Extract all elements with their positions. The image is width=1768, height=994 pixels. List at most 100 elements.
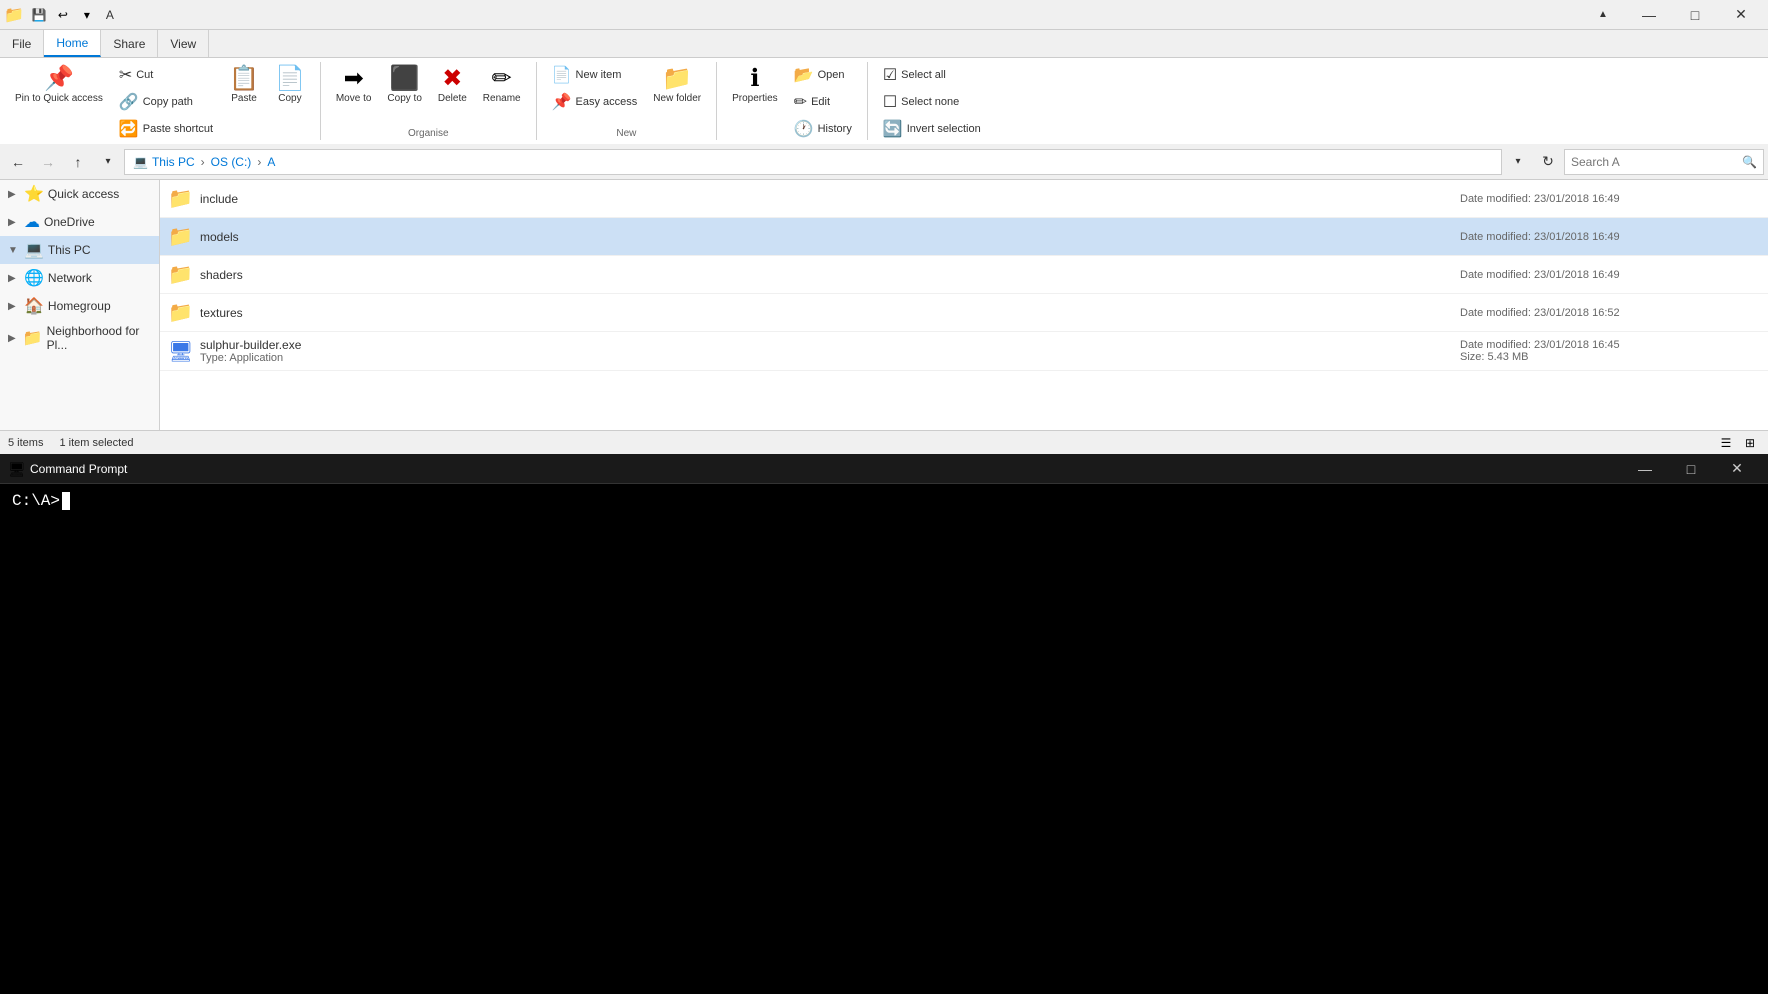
cmd-close-btn[interactable]: ✕ [1714,454,1760,484]
delete-icon: ✖ [442,67,462,91]
search-input[interactable] [1571,155,1738,169]
sidebar-item-onedrive[interactable]: ▶ ☁ OneDrive [0,208,159,236]
organise-label: Organise [408,128,449,141]
quick-save-btn[interactable]: 💾 [28,4,50,26]
tab-home[interactable]: Home [44,30,101,57]
title-bar: 📁 💾 ↩ ▾ A ▲ — □ ✕ [0,0,1768,30]
exe-name: sulphur-builder.exe [200,338,1460,352]
cut-label: Cut [136,69,153,81]
select-items: ☑ Select all ☐ Select none 🔄 Invert sele… [876,62,988,142]
select-none-label: Select none [901,96,959,108]
invert-selection-btn[interactable]: 🔄 Invert selection [876,116,988,142]
large-icons-view-btn[interactable]: ⊞ [1740,433,1760,453]
new-folder-icon: 📁 [662,67,692,91]
nav-bar: ← → ↑ ▾ 💻 This PC › OS (C:) › A ▾ ↻ 🔍 [0,144,1768,180]
exe-type: Type: Application [200,352,1460,364]
new-folder-btn[interactable]: 📁 New folder [646,62,708,126]
cut-icon: ✂ [119,65,132,85]
sidebar-item-network[interactable]: ▶ 🌐 Network [0,264,159,292]
rename-btn[interactable]: ✏ Rename [476,62,528,126]
rename-icon: ✏ [492,67,512,91]
refresh-btn[interactable]: ↻ [1534,148,1562,176]
forward-btn[interactable]: → [34,148,62,176]
new-items: 📄 New item 📌 Easy access 📁 New folder [545,62,708,126]
move-to-label: Move to [336,93,372,104]
exe-size: Size: 5.43 MB [1460,351,1760,363]
ribbon-group-organise: ➡ Move to ⬛ Copy to ✖ Delete ✏ Rename Or… [321,62,537,140]
cmd-minimize-btn[interactable]: — [1622,454,1668,484]
maximize-btn[interactable]: □ [1672,0,1718,30]
copy-btn[interactable]: 📄 Copy [268,62,312,126]
back-btn[interactable]: ← [4,148,32,176]
select-none-btn[interactable]: ☐ Select none [876,89,988,115]
paste-shortcut-label: Paste shortcut [143,123,213,135]
details-view-btn[interactable]: ☰ [1716,433,1736,453]
file-row-models[interactable]: 📁 models Date modified: 23/01/2018 16:49 [160,218,1768,256]
breadcrumb-osc[interactable]: OS (C:) [211,155,252,169]
file-row-exe[interactable]: 🖥 sulphur-builder.exe Type: Application … [160,332,1768,371]
tab-file[interactable]: File [0,30,44,57]
ribbon-collapse-btn[interactable]: ▲ [1580,0,1626,30]
cmd-cursor [62,492,70,510]
sidebar-item-thispc[interactable]: ▼ 💻 This PC [0,236,159,264]
open-btn[interactable]: 📂 Open [787,62,859,88]
properties-icon: ℹ [750,67,759,91]
minimize-btn[interactable]: — [1626,0,1672,30]
shaders-name: shaders [200,268,1460,282]
paste-btn[interactable]: 📋 Paste [222,62,266,126]
cut-btn[interactable]: ✂ Cut [112,62,220,88]
sidebar-item-quickaccess[interactable]: ▶ ⭐ Quick access [0,180,159,208]
pin-label: Pin to Quick access [15,93,103,104]
select-all-icon: ☑ [883,65,897,85]
paste-shortcut-btn[interactable]: 🔁 Paste shortcut [112,116,220,142]
new-item-icon: 📄 [552,65,572,85]
ribbon-group-select: ☑ Select all ☐ Select none 🔄 Invert sele… [868,62,996,140]
undo-btn[interactable]: ↩ [52,4,74,26]
copy-to-icon: ⬛ [390,67,420,91]
up-btn[interactable]: ↑ [64,148,92,176]
properties-btn[interactable]: ℹ Properties [725,62,785,126]
address-dropdown-btn[interactable]: ▾ [1504,148,1532,176]
new-item-btn[interactable]: 📄 New item [545,62,645,88]
ribbon-group-clipboard: 📌 Pin to Quick access ✂ Cut 🔗 Copy path … [0,62,321,140]
copy-to-btn[interactable]: ⬛ Copy to [380,62,428,126]
recent-locations-btn[interactable]: ▾ [94,148,122,176]
customize-qs-btn[interactable]: ▾ [76,4,98,26]
close-btn[interactable]: ✕ [1718,0,1764,30]
copy-path-icon: 🔗 [119,92,139,112]
easy-access-btn[interactable]: 📌 Easy access [545,89,645,115]
copy-path-label: Copy path [143,96,193,108]
cmd-icon: 🖥 [8,461,24,477]
move-to-btn[interactable]: ➡ Move to [329,62,379,126]
tab-view[interactable]: View [158,30,209,57]
copy-icon: 📄 [275,67,305,91]
clipboard-items: 📌 Pin to Quick access ✂ Cut 🔗 Copy path … [8,62,312,142]
breadcrumb-thispc[interactable]: This PC [152,155,195,169]
sidebar: ▶ ⭐ Quick access ▶ ☁ OneDrive ▼ 💻 This P… [0,180,160,430]
models-name: models [200,230,1460,244]
cmd-window: 🖥 Command Prompt — □ ✕ C:\A> [0,454,1768,994]
cmd-maximize-btn[interactable]: □ [1668,454,1714,484]
tab-share[interactable]: Share [101,30,158,57]
ribbon-content: 📌 Pin to Quick access ✂ Cut 🔗 Copy path … [0,58,1768,144]
ribbon-tabs: File Home Share View [0,30,1768,58]
copy-label: Copy [278,93,301,104]
delete-btn[interactable]: ✖ Delete [431,62,474,126]
file-row-shaders[interactable]: 📁 shaders Date modified: 23/01/2018 16:4… [160,256,1768,294]
properties-label: Properties [732,93,778,104]
include-icon: 📁 [168,186,192,211]
history-btn[interactable]: 🕐 History [787,116,859,142]
select-all-btn[interactable]: ☑ Select all [876,62,988,88]
file-row-include[interactable]: 📁 include Date modified: 23/01/2018 16:4… [160,180,1768,218]
breadcrumb-a[interactable]: A [267,155,275,169]
pin-to-quick-access-btn[interactable]: 📌 Pin to Quick access [8,62,110,126]
history-icon: 🕐 [794,119,814,139]
copy-path-btn[interactable]: 🔗 Copy path [112,89,220,115]
sidebar-item-neighborhood[interactable]: ▶ 📁 Neighborhood for Pl... [0,320,159,356]
address-bar[interactable]: 💻 This PC › OS (C:) › A [124,149,1502,175]
file-row-textures[interactable]: 📁 textures Date modified: 23/01/2018 16:… [160,294,1768,332]
quick-save-area: 💾 ↩ ▾ [28,4,98,26]
edit-btn[interactable]: ✏ Edit [787,89,859,115]
sidebar-item-homegroup[interactable]: ▶ 🏠 Homegroup [0,292,159,320]
main-layout: ▶ ⭐ Quick access ▶ ☁ OneDrive ▼ 💻 This P… [0,180,1768,430]
